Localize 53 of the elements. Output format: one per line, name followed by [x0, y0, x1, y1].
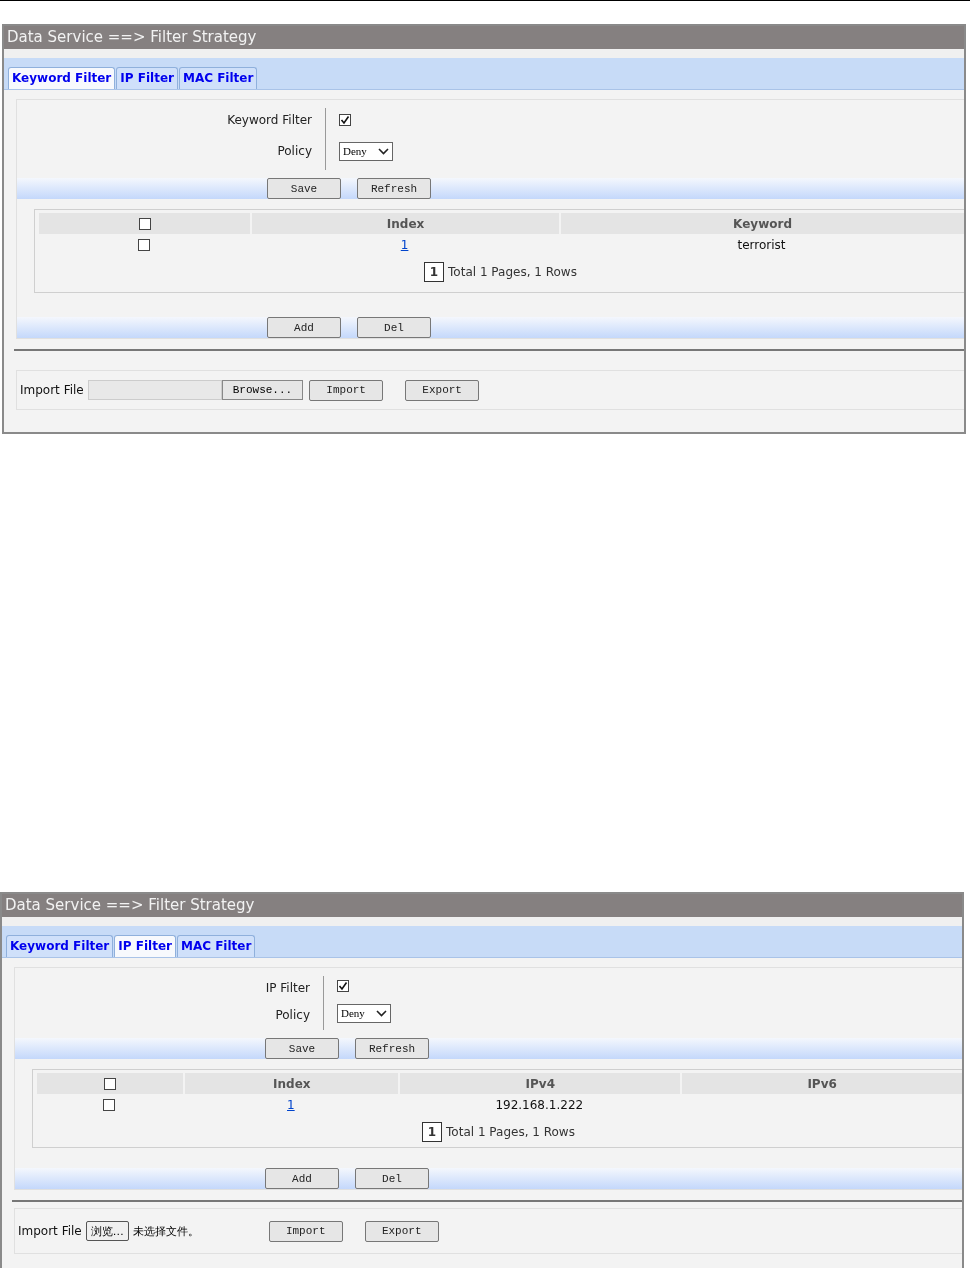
field-label: Keyword Filter	[226, 112, 312, 129]
page-number[interactable]: 1	[422, 1122, 443, 1142]
index-link[interactable]: 1	[287, 1097, 295, 1112]
field-label: IP Filter	[264, 980, 310, 997]
row-checkbox[interactable]	[137, 238, 150, 251]
table-cell: 192.168.1.222	[495, 1097, 584, 1112]
action-button[interactable]: Import	[309, 379, 384, 401]
column-header: Index	[183, 1073, 399, 1094]
action-button[interactable]: Export	[405, 379, 480, 401]
chevron-down-icon	[378, 147, 389, 155]
table-cell: terrorist	[737, 237, 786, 252]
column-header: IPv6	[680, 1073, 962, 1094]
filter-checkbox[interactable]	[339, 114, 351, 126]
policy-select[interactable]: Deny	[337, 1003, 391, 1023]
action-button[interactable]: Export	[364, 1220, 439, 1242]
action-button[interactable]: Save	[265, 1038, 339, 1059]
field-label: Policy	[274, 1007, 310, 1024]
tab[interactable]: MAC Filter	[178, 67, 258, 89]
column-header: Keyword	[559, 213, 964, 234]
tab[interactable]: Keyword Filter	[6, 935, 114, 957]
chevron-down-icon	[376, 1009, 387, 1017]
pager-summary: Total 1 Pages, 1 Rows	[446, 1125, 575, 1139]
action-button[interactable]: Add	[267, 317, 341, 338]
tab[interactable]: Keyword Filter	[8, 67, 116, 89]
import-label: Import File	[18, 1224, 82, 1238]
tab[interactable]: MAC Filter	[176, 935, 256, 957]
page-title: Data Service ==> Filter Strategy	[2, 894, 962, 917]
action-button[interactable]: Refresh	[355, 1038, 429, 1059]
action-button[interactable]: Refresh	[357, 178, 431, 199]
action-button[interactable]: Import	[268, 1220, 343, 1242]
import-label: Import File	[20, 383, 84, 397]
browse-button[interactable]: 浏览…	[85, 1221, 129, 1241]
column-header: Index	[250, 213, 560, 234]
action-button[interactable]: Del	[355, 1168, 429, 1189]
field-label: Policy	[276, 143, 312, 160]
file-path-field[interactable]	[87, 380, 222, 400]
action-button[interactable]: Add	[265, 1168, 339, 1189]
filter-checkbox[interactable]	[337, 980, 349, 992]
column-header: IPv4	[398, 1073, 681, 1094]
pager-summary: Total 1 Pages, 1 Rows	[448, 265, 577, 279]
select-all-checkbox[interactable]	[104, 1077, 117, 1090]
page-title: Data Service ==> Filter Strategy	[4, 26, 964, 49]
page-number[interactable]: 1	[424, 262, 445, 282]
select-all-checkbox[interactable]	[138, 217, 151, 230]
row-checkbox[interactable]	[103, 1098, 116, 1111]
file-status: 未选择文件。	[132, 1223, 199, 1239]
action-button[interactable]: Save	[267, 178, 341, 199]
action-button[interactable]: Del	[357, 317, 431, 338]
index-link[interactable]: 1	[400, 237, 409, 252]
tab[interactable]: IP Filter	[114, 935, 176, 957]
tab[interactable]: IP Filter	[116, 67, 178, 89]
browse-button[interactable]: Browse...	[221, 380, 304, 400]
policy-select[interactable]: Deny	[339, 141, 393, 161]
